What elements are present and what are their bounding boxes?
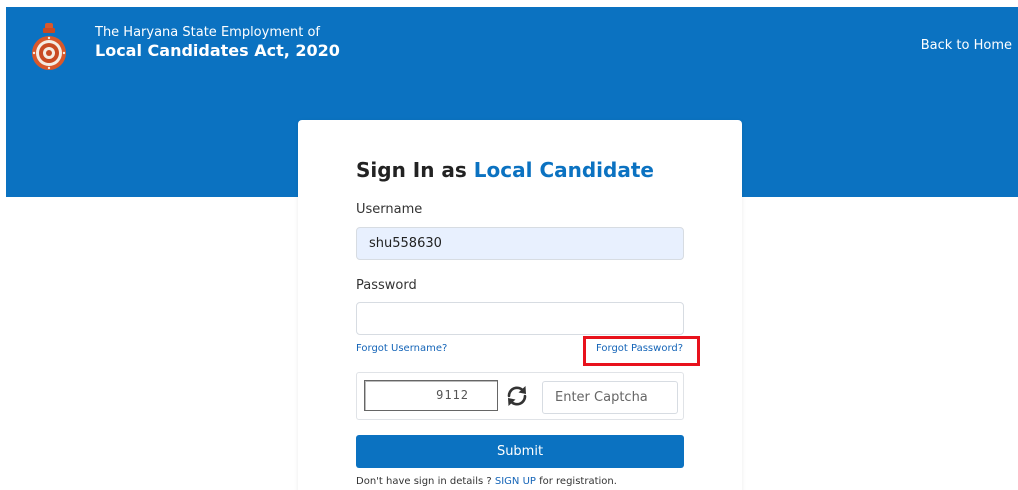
signup-prefix: Don't have sign in details ? bbox=[356, 476, 495, 487]
captcha-container: 9112 bbox=[356, 372, 684, 420]
back-to-home-link[interactable]: Back to Home bbox=[921, 38, 1012, 53]
brand-title: Local Candidates Act, 2020 bbox=[95, 41, 340, 60]
username-input[interactable] bbox=[356, 227, 684, 260]
haryana-emblem-icon bbox=[32, 23, 66, 70]
title-accent: Local Candidate bbox=[473, 158, 654, 182]
submit-button[interactable]: Submit bbox=[356, 435, 684, 468]
refresh-icon[interactable] bbox=[504, 383, 530, 409]
title-prefix: Sign In as bbox=[356, 158, 467, 182]
page-title: Sign In as Local Candidate bbox=[356, 158, 654, 182]
brand-subtitle: The Haryana State Employment of bbox=[95, 25, 320, 40]
login-page: The Haryana State Employment of Local Ca… bbox=[0, 0, 1018, 490]
password-input[interactable] bbox=[356, 302, 684, 335]
brand-text: The Haryana State Employment of Local Ca… bbox=[95, 25, 340, 61]
username-label: Username bbox=[356, 202, 423, 217]
forgot-username-link[interactable]: Forgot Username? bbox=[356, 343, 447, 354]
login-card: Sign In as Local Candidate Username Pass… bbox=[298, 120, 742, 490]
signup-prompt: Don't have sign in details ? SIGN UP for… bbox=[356, 476, 617, 487]
sign-up-link[interactable]: SIGN UP bbox=[495, 476, 536, 487]
captcha-code: 9112 bbox=[364, 380, 498, 411]
password-label: Password bbox=[356, 278, 417, 293]
captcha-input[interactable] bbox=[542, 381, 678, 414]
highlight-box bbox=[583, 336, 700, 366]
signup-suffix: for registration. bbox=[535, 476, 617, 487]
